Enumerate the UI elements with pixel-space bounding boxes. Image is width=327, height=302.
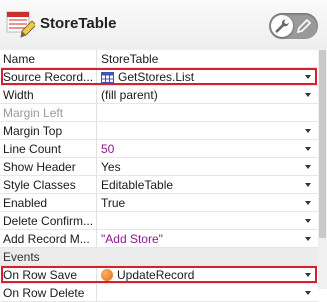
property-value[interactable]: 50 xyxy=(101,142,114,156)
property-value-wrap[interactable]: UpdateRecord xyxy=(101,268,194,282)
property-label: Enabled xyxy=(3,196,48,210)
table-grid-icon xyxy=(101,72,114,83)
property-value[interactable]: (fill parent) xyxy=(101,88,158,102)
dropdown-arrow-icon[interactable] xyxy=(305,75,311,79)
properties-header: StoreTable xyxy=(0,0,327,50)
property-value: GetStores.List xyxy=(118,70,195,84)
table-widget-icon xyxy=(6,11,35,38)
dropdown-arrow-icon[interactable] xyxy=(305,237,311,241)
event-row-on-row-delete[interactable]: On Row Delete xyxy=(0,284,318,302)
property-row-width[interactable]: Width (fill parent) xyxy=(0,86,318,104)
property-value: UpdateRecord xyxy=(117,268,195,282)
property-label: On Row Delete xyxy=(3,286,85,300)
property-row-name[interactable]: Name StoreTable xyxy=(0,50,318,68)
vertical-scrollbar[interactable] xyxy=(318,50,327,289)
property-value[interactable]: True xyxy=(101,196,125,210)
widget-title: StoreTable xyxy=(40,15,117,32)
property-label: Add Record M... xyxy=(3,232,90,246)
property-label: Width xyxy=(3,88,34,102)
properties-grid: Name StoreTable Source Record... GetStor… xyxy=(0,50,318,302)
property-label: On Row Save xyxy=(3,268,78,282)
property-value[interactable]: "Add Store" xyxy=(101,232,163,246)
property-label: Margin Top xyxy=(3,124,63,138)
property-label: Style Classes xyxy=(3,178,76,192)
property-row-source-record[interactable]: Source Record... GetStores.List xyxy=(0,68,318,86)
property-row-line-count[interactable]: Line Count 50 xyxy=(0,140,318,158)
events-section-header: Events xyxy=(0,248,318,266)
property-label: Line Count xyxy=(3,142,62,156)
section-label: Events xyxy=(3,250,40,264)
property-row-show-header[interactable]: Show Header Yes xyxy=(0,158,318,176)
property-value[interactable]: Yes xyxy=(101,160,121,174)
dropdown-arrow-icon[interactable] xyxy=(305,201,311,205)
property-label: Name xyxy=(3,52,36,66)
dropdown-arrow-icon[interactable] xyxy=(305,165,311,169)
property-row-margin-left: Margin Left xyxy=(0,104,318,122)
property-row-add-record-message[interactable]: Add Record M... "Add Store" xyxy=(0,230,318,248)
dropdown-arrow-icon[interactable] xyxy=(305,93,311,97)
scrollbar-thumb[interactable] xyxy=(319,50,326,238)
wrench-icon xyxy=(275,19,289,33)
dropdown-arrow-icon[interactable] xyxy=(305,291,311,295)
dropdown-arrow-icon[interactable] xyxy=(305,147,311,151)
property-value[interactable]: EditableTable xyxy=(101,178,173,192)
header-toggle[interactable] xyxy=(269,13,318,39)
property-value[interactable]: StoreTable xyxy=(101,52,158,66)
dropdown-arrow-icon[interactable] xyxy=(305,273,311,277)
property-row-margin-top[interactable]: Margin Top xyxy=(0,122,318,140)
property-label: Delete Confirm... xyxy=(3,214,94,228)
wrench-button[interactable] xyxy=(271,15,293,37)
dropdown-arrow-icon[interactable] xyxy=(305,129,311,133)
property-row-delete-confirm[interactable]: Delete Confirm... xyxy=(0,212,318,230)
property-label: Source Record... xyxy=(3,70,94,84)
property-label: Show Header xyxy=(3,160,76,174)
pencil-icon[interactable] xyxy=(295,17,313,35)
property-value-wrap[interactable]: GetStores.List xyxy=(101,70,194,84)
dropdown-arrow-icon[interactable] xyxy=(305,219,311,223)
property-row-enabled[interactable]: Enabled True xyxy=(0,194,318,212)
dropdown-arrow-icon[interactable] xyxy=(305,183,311,187)
property-label: Margin Left xyxy=(3,106,64,120)
property-row-style-classes[interactable]: Style Classes EditableTable xyxy=(0,176,318,194)
event-row-on-row-save[interactable]: On Row Save UpdateRecord xyxy=(0,266,318,284)
orange-circle-icon xyxy=(101,269,113,281)
